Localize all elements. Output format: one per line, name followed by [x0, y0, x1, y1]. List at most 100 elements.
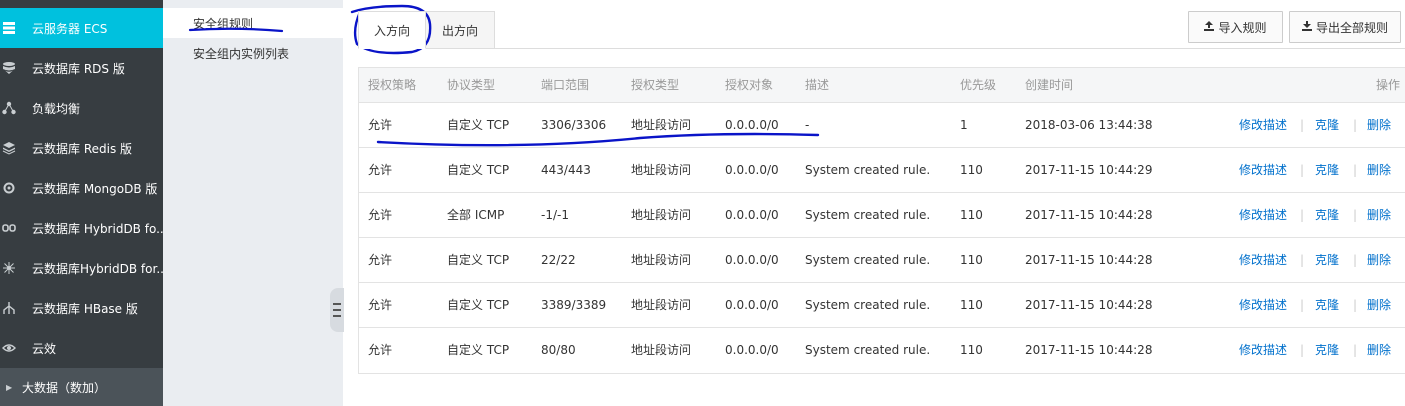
server-icon [2, 21, 16, 35]
subnav-item-rules[interactable]: 安全组规则 [163, 8, 343, 38]
cell-protocol: 自定义 TCP [447, 298, 510, 312]
delete-link[interactable]: 删除 [1367, 328, 1391, 373]
cell-priority: 1 [960, 118, 968, 132]
action-separator: | [1353, 118, 1358, 132]
tab-label: 出方向 [441, 23, 478, 38]
clone-link[interactable]: 克隆 [1315, 238, 1339, 283]
cell-policy: 允许 [368, 208, 393, 222]
cell-desc: System created rule. [805, 298, 931, 312]
cell-auth-type: 地址段访问 [631, 298, 692, 312]
edit-desc-link[interactable]: 修改描述 [1239, 103, 1287, 148]
action-separator: | [1353, 163, 1358, 177]
sidebar-item-label: 云数据库HybridDB for... [32, 261, 163, 276]
cell-protocol: 自定义 TCP [447, 253, 510, 267]
sidebar-item-slb[interactable]: 负载均衡 [0, 88, 163, 128]
clone-link[interactable]: 克隆 [1315, 283, 1339, 328]
collapse-nav-handle[interactable] [330, 288, 344, 332]
sidebar-item-mongodb[interactable]: 云数据库 MongoDB 版 [0, 168, 163, 208]
sidebar-group-bigdata[interactable]: ▶ 大数据（数加） [0, 368, 163, 406]
delete-link[interactable]: 删除 [1367, 283, 1391, 328]
export-rules-label: 导出全部规则 [1315, 20, 1388, 35]
cell-port: 22/22 [541, 253, 576, 267]
tab-divider [358, 48, 1405, 49]
action-separator: | [1300, 253, 1305, 267]
clone-link[interactable]: 克隆 [1315, 148, 1339, 193]
delete-link[interactable]: 删除 [1367, 193, 1391, 238]
subnav-item-instances[interactable]: 安全组内实例列表 [163, 38, 343, 68]
header-policy: 授权策略 [368, 78, 417, 92]
cell-priority: 110 [960, 208, 983, 222]
action-separator: | [1300, 343, 1305, 357]
caret-right-icon: ▶ [6, 382, 13, 392]
table-row: 允许 自定义 TCP 443/443 地址段访问 0.0.0.0/0 System cre… [359, 148, 1405, 193]
cell-target: 0.0.0.0/0 [725, 343, 779, 357]
edit-desc-link[interactable]: 修改描述 [1239, 328, 1287, 373]
edit-desc-link[interactable]: 修改描述 [1239, 283, 1287, 328]
cell-priority: 110 [960, 298, 983, 312]
menu-icon [333, 301, 341, 319]
clone-link[interactable]: 克隆 [1315, 193, 1339, 238]
link-icon [2, 221, 16, 235]
sidebar-item-hybriddb-1[interactable]: 云数据库 HybridDB fo... [0, 208, 163, 248]
cell-auth-type: 地址段访问 [631, 118, 692, 132]
cell-created: 2017-11-15 10:44:28 [1025, 208, 1153, 222]
cell-target: 0.0.0.0/0 [725, 208, 779, 222]
cell-auth-type: 地址段访问 [631, 163, 692, 177]
sidebar-item-label: 负载均衡 [32, 101, 81, 116]
cell-created: 2017-11-15 10:44:28 [1025, 298, 1153, 312]
cell-target: 0.0.0.0/0 [725, 118, 779, 132]
network-icon [2, 101, 16, 115]
export-rules-button[interactable]: 导出全部规则 [1289, 11, 1401, 43]
table-body: 允许 自定义 TCP 3306/3306 地址段访问 0.0.0.0/0-1 2018-0… [359, 103, 1405, 373]
tree-icon [2, 301, 16, 315]
cell-policy: 允许 [368, 163, 393, 177]
upload-icon [1204, 20, 1215, 34]
cell-protocol: 全部 ICMP [447, 208, 505, 222]
sidebar-item-hybriddb-2[interactable]: 云数据库HybridDB for... [0, 248, 163, 288]
action-separator: | [1353, 253, 1358, 267]
action-separator: | [1353, 298, 1358, 312]
cell-priority: 110 [960, 343, 983, 357]
subnav-item-label: 安全组内实例列表 [193, 46, 290, 61]
header-port: 端口范围 [541, 78, 590, 92]
cell-created: 2017-11-15 10:44:28 [1025, 253, 1153, 267]
cell-auth-type: 地址段访问 [631, 208, 692, 222]
clone-link[interactable]: 克隆 [1315, 328, 1339, 373]
edit-desc-link[interactable]: 修改描述 [1239, 238, 1287, 283]
cell-desc: System created rule. [805, 208, 931, 222]
edit-desc-link[interactable]: 修改描述 [1239, 148, 1287, 193]
action-separator: | [1353, 208, 1358, 222]
cell-target: 0.0.0.0/0 [725, 163, 779, 177]
delete-link[interactable]: 删除 [1367, 103, 1391, 148]
sidebar-item-redis[interactable]: 云数据库 Redis 版 [0, 128, 163, 168]
sidebar-item-yunxiao[interactable]: 云效 [0, 328, 163, 368]
import-rules-label: 导入规则 [1218, 20, 1267, 35]
delete-link[interactable]: 删除 [1367, 148, 1391, 193]
cell-desc: System created rule. [805, 163, 931, 177]
security-rules-table: 授权策略 协议类型 端口范围 授权类型 授权对象 描述 优先级 创建时间 操作 … [358, 67, 1405, 374]
delete-link[interactable]: 删除 [1367, 238, 1391, 283]
sidebar-item-rds[interactable]: 云数据库 RDS 版 [0, 48, 163, 88]
sidebar-item-hbase[interactable]: 云数据库 HBase 版 [0, 288, 163, 328]
header-created: 创建时间 [1025, 78, 1074, 92]
table-row: 允许 自定义 TCP 80/80 地址段访问 0.0.0.0/0 System creat… [359, 328, 1405, 373]
cell-policy: 允许 [368, 253, 393, 267]
header-ops: 操作 [1376, 78, 1401, 92]
cell-created: 2018-03-06 13:44:38 [1025, 118, 1153, 132]
cell-target: 0.0.0.0/0 [725, 298, 779, 312]
cell-port: 3306/3306 [541, 118, 607, 132]
sidebar-item-label: 云数据库 RDS 版 [32, 61, 125, 76]
clone-link[interactable]: 克隆 [1315, 103, 1339, 148]
tab-inbound[interactable]: 入方向 [358, 11, 426, 49]
edit-desc-link[interactable]: 修改描述 [1239, 193, 1287, 238]
header-desc: 描述 [805, 78, 830, 92]
import-rules-button[interactable]: 导入规则 [1188, 11, 1283, 43]
cell-priority: 110 [960, 163, 983, 177]
cell-auth-type: 地址段访问 [631, 343, 692, 357]
header-priority: 优先级 [960, 78, 997, 92]
cell-created: 2017-11-15 10:44:28 [1025, 343, 1153, 357]
sidebar-item-ecs[interactable]: 云服务器 ECS [0, 8, 163, 48]
tab-outbound[interactable]: 出方向 [425, 11, 495, 49]
download-icon [1301, 20, 1312, 34]
table-row: 允许 自定义 TCP 3306/3306 地址段访问 0.0.0.0/0 - 1 2018-0… [359, 103, 1405, 148]
